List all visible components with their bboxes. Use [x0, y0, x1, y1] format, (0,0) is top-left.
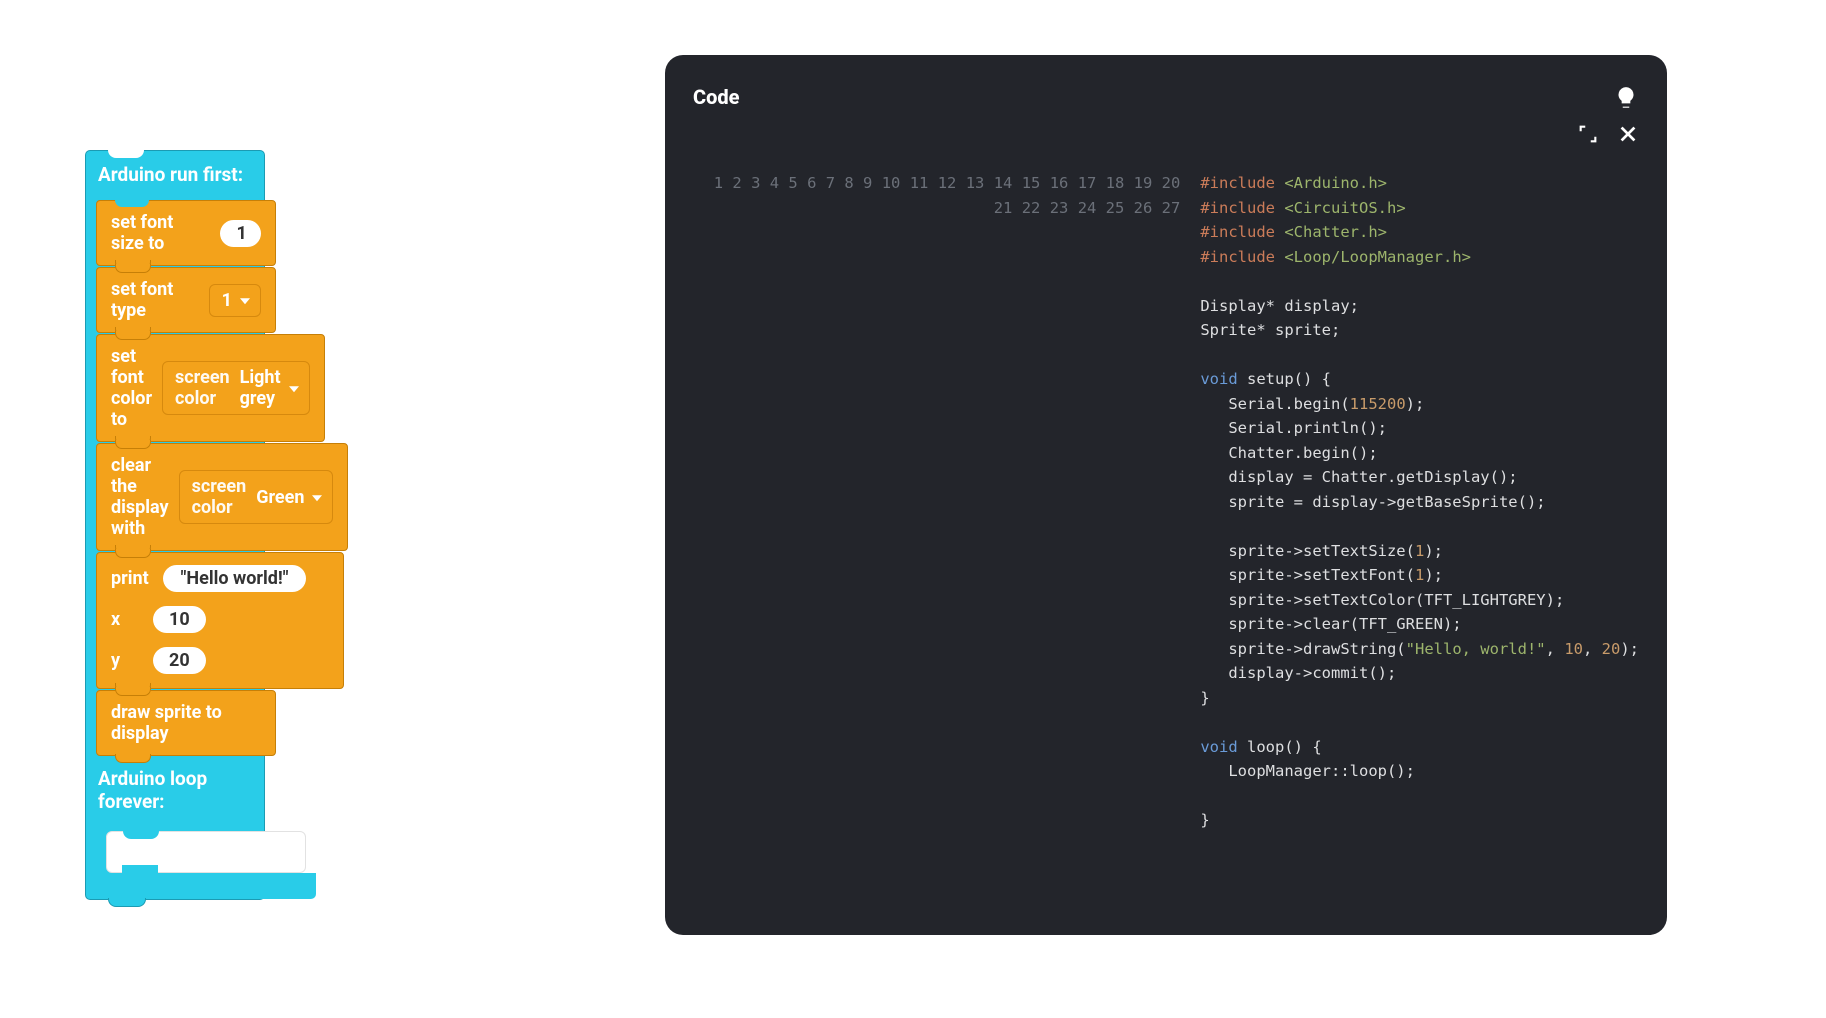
- print-text-input[interactable]: "Hello world!": [163, 565, 307, 592]
- font-type-dropdown[interactable]: 1: [209, 284, 261, 317]
- dropdown-value: Green: [256, 487, 304, 508]
- set-font-color-block[interactable]: set font color to screen color Light gre…: [96, 334, 325, 442]
- block-label: clear the display with: [111, 455, 169, 539]
- block-label: set font type: [111, 279, 199, 321]
- arduino-main-block[interactable]: Arduino run first: set font size to 1 se…: [85, 150, 265, 900]
- loop-forever-label: Arduino loop forever:: [96, 757, 254, 831]
- clear-color-dropdown[interactable]: screen color Green: [179, 470, 334, 524]
- dropdown-value: 1: [222, 290, 232, 311]
- blocks-canvas[interactable]: Arduino run first: set font size to 1 se…: [85, 150, 685, 900]
- x-label: x: [111, 609, 139, 630]
- code-content[interactable]: #include <Arduino.h> #include <CircuitOS…: [1200, 171, 1639, 833]
- dropdown-value: Light grey: [240, 367, 281, 409]
- expand-icon[interactable]: [1577, 123, 1599, 145]
- set-font-type-block[interactable]: set font type 1: [96, 267, 276, 333]
- draw-sprite-block[interactable]: draw sprite to display: [96, 690, 276, 756]
- print-block[interactable]: print "Hello world!" x 10 y 20: [96, 552, 344, 689]
- block-label: set font size to: [111, 212, 210, 254]
- code-panel: Code 1 2 3 4 5 6 7 8 9 10 11 12 13 14 15…: [665, 55, 1667, 935]
- line-gutter: 1 2 3 4 5 6 7 8 9 10 11 12 13 14 15 16 1…: [693, 171, 1200, 833]
- run-first-label: Arduino run first:: [96, 157, 254, 200]
- lightbulb-icon[interactable]: [1613, 85, 1639, 111]
- screen-color-keyword: screen color: [192, 476, 247, 518]
- close-icon[interactable]: [1617, 123, 1639, 145]
- block-label: set font color to: [111, 346, 152, 430]
- y-label: y: [111, 650, 139, 671]
- setup-stack: set font size to 1 set font type 1 set f…: [96, 200, 254, 757]
- code-actions: [1577, 85, 1639, 145]
- print-label: print: [111, 568, 149, 589]
- code-editor[interactable]: 1 2 3 4 5 6 7 8 9 10 11 12 13 14 15 16 1…: [693, 171, 1639, 833]
- block-tail: [96, 873, 316, 899]
- code-header: Code: [693, 85, 1639, 145]
- clear-display-block[interactable]: clear the display with screen color Gree…: [96, 443, 348, 551]
- screen-color-keyword: screen color: [175, 367, 230, 409]
- block-label: draw sprite to display: [111, 702, 261, 744]
- code-title: Code: [693, 85, 739, 109]
- font-color-dropdown[interactable]: screen color Light grey: [162, 361, 310, 415]
- set-font-size-block[interactable]: set font size to 1: [96, 200, 276, 266]
- y-input[interactable]: 20: [153, 647, 206, 674]
- x-input[interactable]: 10: [153, 606, 206, 633]
- font-size-input[interactable]: 1: [220, 220, 261, 247]
